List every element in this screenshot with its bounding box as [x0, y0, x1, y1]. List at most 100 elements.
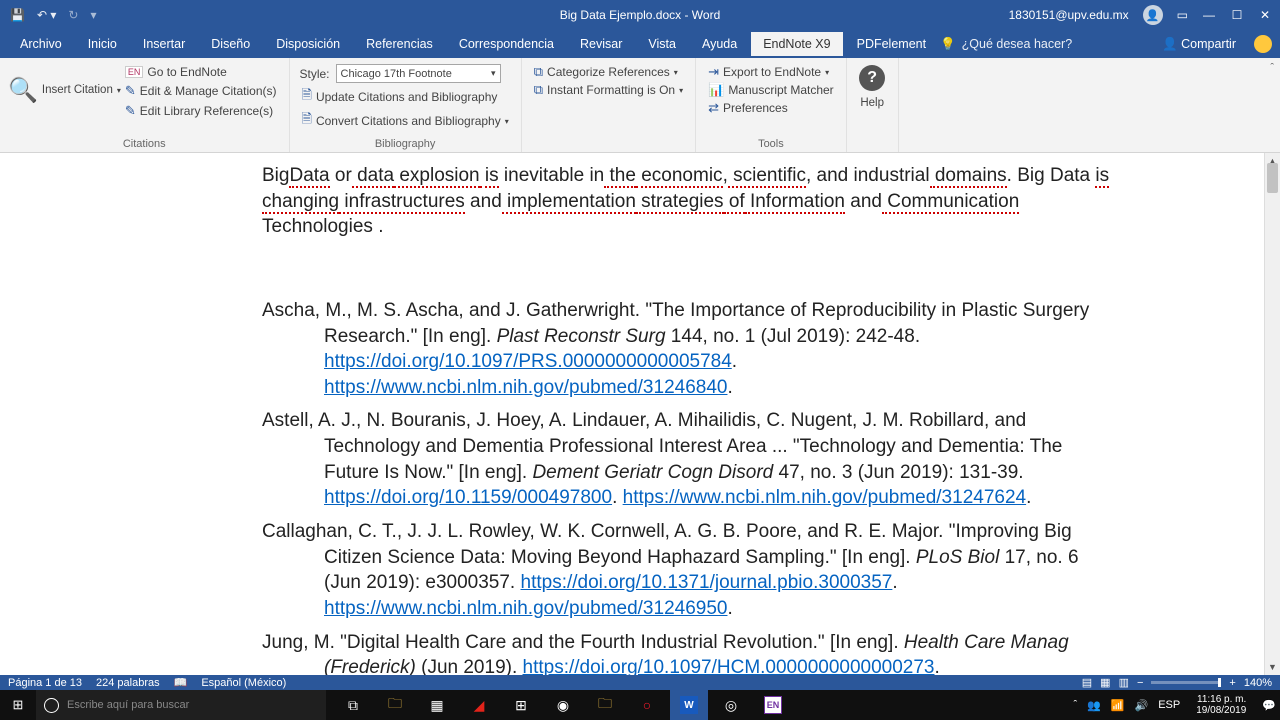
user-avatar-icon[interactable]: 👤 — [1143, 5, 1163, 25]
reference-link[interactable]: https://www.ncbi.nlm.nih.gov/pubmed/3124… — [324, 598, 727, 619]
taskbar-search[interactable]: Escribe aquí para buscar — [36, 690, 326, 720]
undo-icon[interactable]: ↶ ▾ — [37, 8, 56, 22]
app-icon-1[interactable]: ▦ — [418, 690, 456, 720]
edit-library-icon: ✎ — [125, 103, 136, 119]
reference-link[interactable]: https://doi.org/10.1097/HCM.000000000000… — [523, 657, 935, 675]
tab-revisar[interactable]: Revisar — [568, 32, 634, 56]
tray-expand-icon[interactable]: ˆ — [1073, 699, 1077, 711]
preferences-button[interactable]: ⇄Preferences — [706, 99, 836, 117]
citations-group-label: Citations — [0, 138, 289, 150]
ribbon-display-icon[interactable]: ▭ — [1177, 8, 1188, 22]
save-icon[interactable]: 💾 — [10, 8, 25, 22]
spell-check-icon[interactable]: 📖 — [174, 676, 188, 689]
style-dropdown[interactable]: Chicago 17th Footnote ▾ — [336, 64, 501, 83]
endnote-icon: EN — [125, 66, 144, 78]
insert-citation-button[interactable]: 🔍 Insert Citation ▾ — [6, 62, 123, 120]
notifications-icon[interactable]: 💬 — [1262, 699, 1276, 712]
scrollbar-thumb[interactable] — [1267, 163, 1278, 193]
system-clock[interactable]: 11:16 p. m. 19/08/2019 — [1190, 694, 1252, 716]
zoom-slider[interactable] — [1151, 681, 1221, 684]
reference-link[interactable]: https://doi.org/10.1097/PRS.000000000000… — [324, 351, 732, 372]
minimize-button[interactable]: — — [1202, 8, 1216, 22]
file-explorer-icon[interactable]: 🗀 — [376, 690, 414, 720]
tab-disposicion[interactable]: Disposición — [264, 32, 352, 56]
zoom-in-icon[interactable]: + — [1229, 677, 1235, 689]
redo-icon[interactable]: ↻ — [68, 8, 78, 22]
instant-formatting-button[interactable]: ⧉Instant Formatting is On ▾ — [532, 81, 685, 99]
bibliography-group-label: Bibliography — [290, 138, 521, 150]
folder-icon[interactable]: 🗀 — [586, 690, 624, 720]
adobe-icon[interactable]: ◢ — [460, 690, 498, 720]
reference-link[interactable]: https://doi.org/10.1159/000497800 — [324, 487, 612, 508]
word-taskbar-icon[interactable]: W — [670, 690, 708, 720]
export-to-endnote-button[interactable]: ⇥Export to EndNote ▾ — [706, 62, 836, 81]
ribbon: 🔍 Insert Citation ▾ ENGo to EndNote ✎Edi… — [0, 58, 1280, 153]
zoom-level[interactable]: 140% — [1244, 677, 1272, 689]
read-mode-icon[interactable]: ▤ — [1082, 676, 1092, 689]
help-icon: ? — [859, 65, 885, 91]
zoom-out-icon[interactable]: − — [1137, 677, 1143, 689]
tab-diseno[interactable]: Diseño — [199, 32, 262, 56]
share-button[interactable]: 👤 Compartir — [1162, 37, 1236, 52]
tab-pdfelement[interactable]: PDFelement — [845, 32, 938, 56]
endnote-taskbar-icon[interactable]: EN — [754, 690, 792, 720]
document-viewport[interactable]: BigData or data explosion is inevitable … — [0, 153, 1264, 675]
ribbon-tabs: Archivo Inicio Insertar Diseño Disposici… — [0, 30, 1280, 58]
opera-icon[interactable]: ○ — [628, 690, 666, 720]
go-to-endnote-button[interactable]: ENGo to EndNote — [123, 64, 279, 80]
reference-entry[interactable]: Ascha, M., M. S. Ascha, and J. Gatherwri… — [262, 298, 1112, 401]
people-icon[interactable]: 👥 — [1087, 699, 1101, 712]
close-button[interactable]: ✕ — [1258, 8, 1272, 22]
paragraph-intro[interactable]: BigData or data explosion is inevitable … — [262, 163, 1112, 240]
tab-endnote[interactable]: EndNote X9 — [751, 32, 842, 56]
reference-entry[interactable]: Jung, M. "Digital Health Care and the Fo… — [262, 630, 1112, 675]
tools-group-label: Tools — [696, 138, 846, 150]
document-page[interactable]: BigData or data explosion is inevitable … — [112, 153, 1152, 675]
tab-inicio[interactable]: Inicio — [76, 32, 129, 56]
quote-icon: 🔍 — [8, 77, 38, 106]
convert-citations-button[interactable]: 🗎Convert Citations and Bibliography ▾ — [300, 109, 511, 133]
tab-archivo[interactable]: Archivo — [8, 32, 74, 56]
reference-entry[interactable]: Callaghan, C. T., J. J. L. Rowley, W. K.… — [262, 519, 1112, 622]
tab-referencias[interactable]: Referencias — [354, 32, 445, 56]
edit-library-references-button[interactable]: ✎Edit Library Reference(s) — [123, 102, 279, 120]
volume-icon[interactable]: 🔊 — [1135, 699, 1149, 712]
maximize-button[interactable]: ☐ — [1230, 8, 1244, 22]
tab-correspondencia[interactable]: Correspondencia — [447, 32, 566, 56]
qat-dropdown-icon[interactable]: ▾ — [90, 8, 96, 22]
word-count[interactable]: 224 palabras — [96, 677, 160, 689]
chrome-icon[interactable]: ◉ — [544, 690, 582, 720]
status-bar: Página 1 de 13 224 palabras 📖 Español (M… — [0, 675, 1280, 690]
edit-manage-citations-button[interactable]: ✎Edit & Manage Citation(s) — [123, 82, 279, 100]
reference-link[interactable]: https://www.ncbi.nlm.nih.gov/pubmed/3124… — [623, 487, 1026, 508]
style-label: Style: — [300, 67, 330, 81]
scroll-down-icon[interactable]: ▼ — [1265, 659, 1280, 675]
obs-icon[interactable]: ◎ — [712, 690, 750, 720]
task-view-icon[interactable]: ⧉ — [334, 690, 372, 720]
tab-insertar[interactable]: Insertar — [131, 32, 197, 56]
print-layout-icon[interactable]: ▦ — [1100, 676, 1110, 689]
calculator-icon[interactable]: ⊞ — [502, 690, 540, 720]
categorize-references-button[interactable]: ⧉Categorize References ▾ — [532, 62, 685, 81]
collapse-ribbon-icon[interactable]: ˆ — [1264, 58, 1280, 152]
network-icon[interactable]: 📶 — [1111, 699, 1125, 712]
update-citations-button[interactable]: 🗎Update Citations and Bibliography — [300, 85, 511, 109]
edit-citation-icon: ✎ — [125, 83, 136, 99]
start-button[interactable]: ⊞ — [0, 697, 36, 713]
web-layout-icon[interactable]: ▥ — [1119, 676, 1129, 689]
language-indicator[interactable]: Español (México) — [201, 677, 286, 689]
page-indicator[interactable]: Página 1 de 13 — [8, 677, 82, 689]
feedback-smiley-icon[interactable] — [1254, 35, 1272, 53]
manuscript-matcher-button[interactable]: 📊Manuscript Matcher — [706, 81, 836, 99]
help-button[interactable]: ? Help — [857, 62, 888, 110]
update-icon: 🗎 — [302, 86, 312, 108]
keyboard-language[interactable]: ESP — [1158, 699, 1180, 711]
vertical-scrollbar[interactable]: ▲ ▼ — [1264, 153, 1280, 675]
tab-vista[interactable]: Vista — [636, 32, 688, 56]
tab-ayuda[interactable]: Ayuda — [690, 32, 749, 56]
reference-entry[interactable]: Astell, A. J., N. Bouranis, J. Hoey, A. … — [262, 408, 1112, 511]
tell-me-search[interactable]: 💡 ¿Qué desea hacer? — [940, 37, 1072, 52]
reference-link[interactable]: https://www.ncbi.nlm.nih.gov/pubmed/3124… — [324, 377, 727, 398]
document-title: Big Data Ejemplo.docx - Word — [560, 8, 721, 22]
reference-link[interactable]: https://doi.org/10.1371/journal.pbio.300… — [521, 572, 893, 593]
